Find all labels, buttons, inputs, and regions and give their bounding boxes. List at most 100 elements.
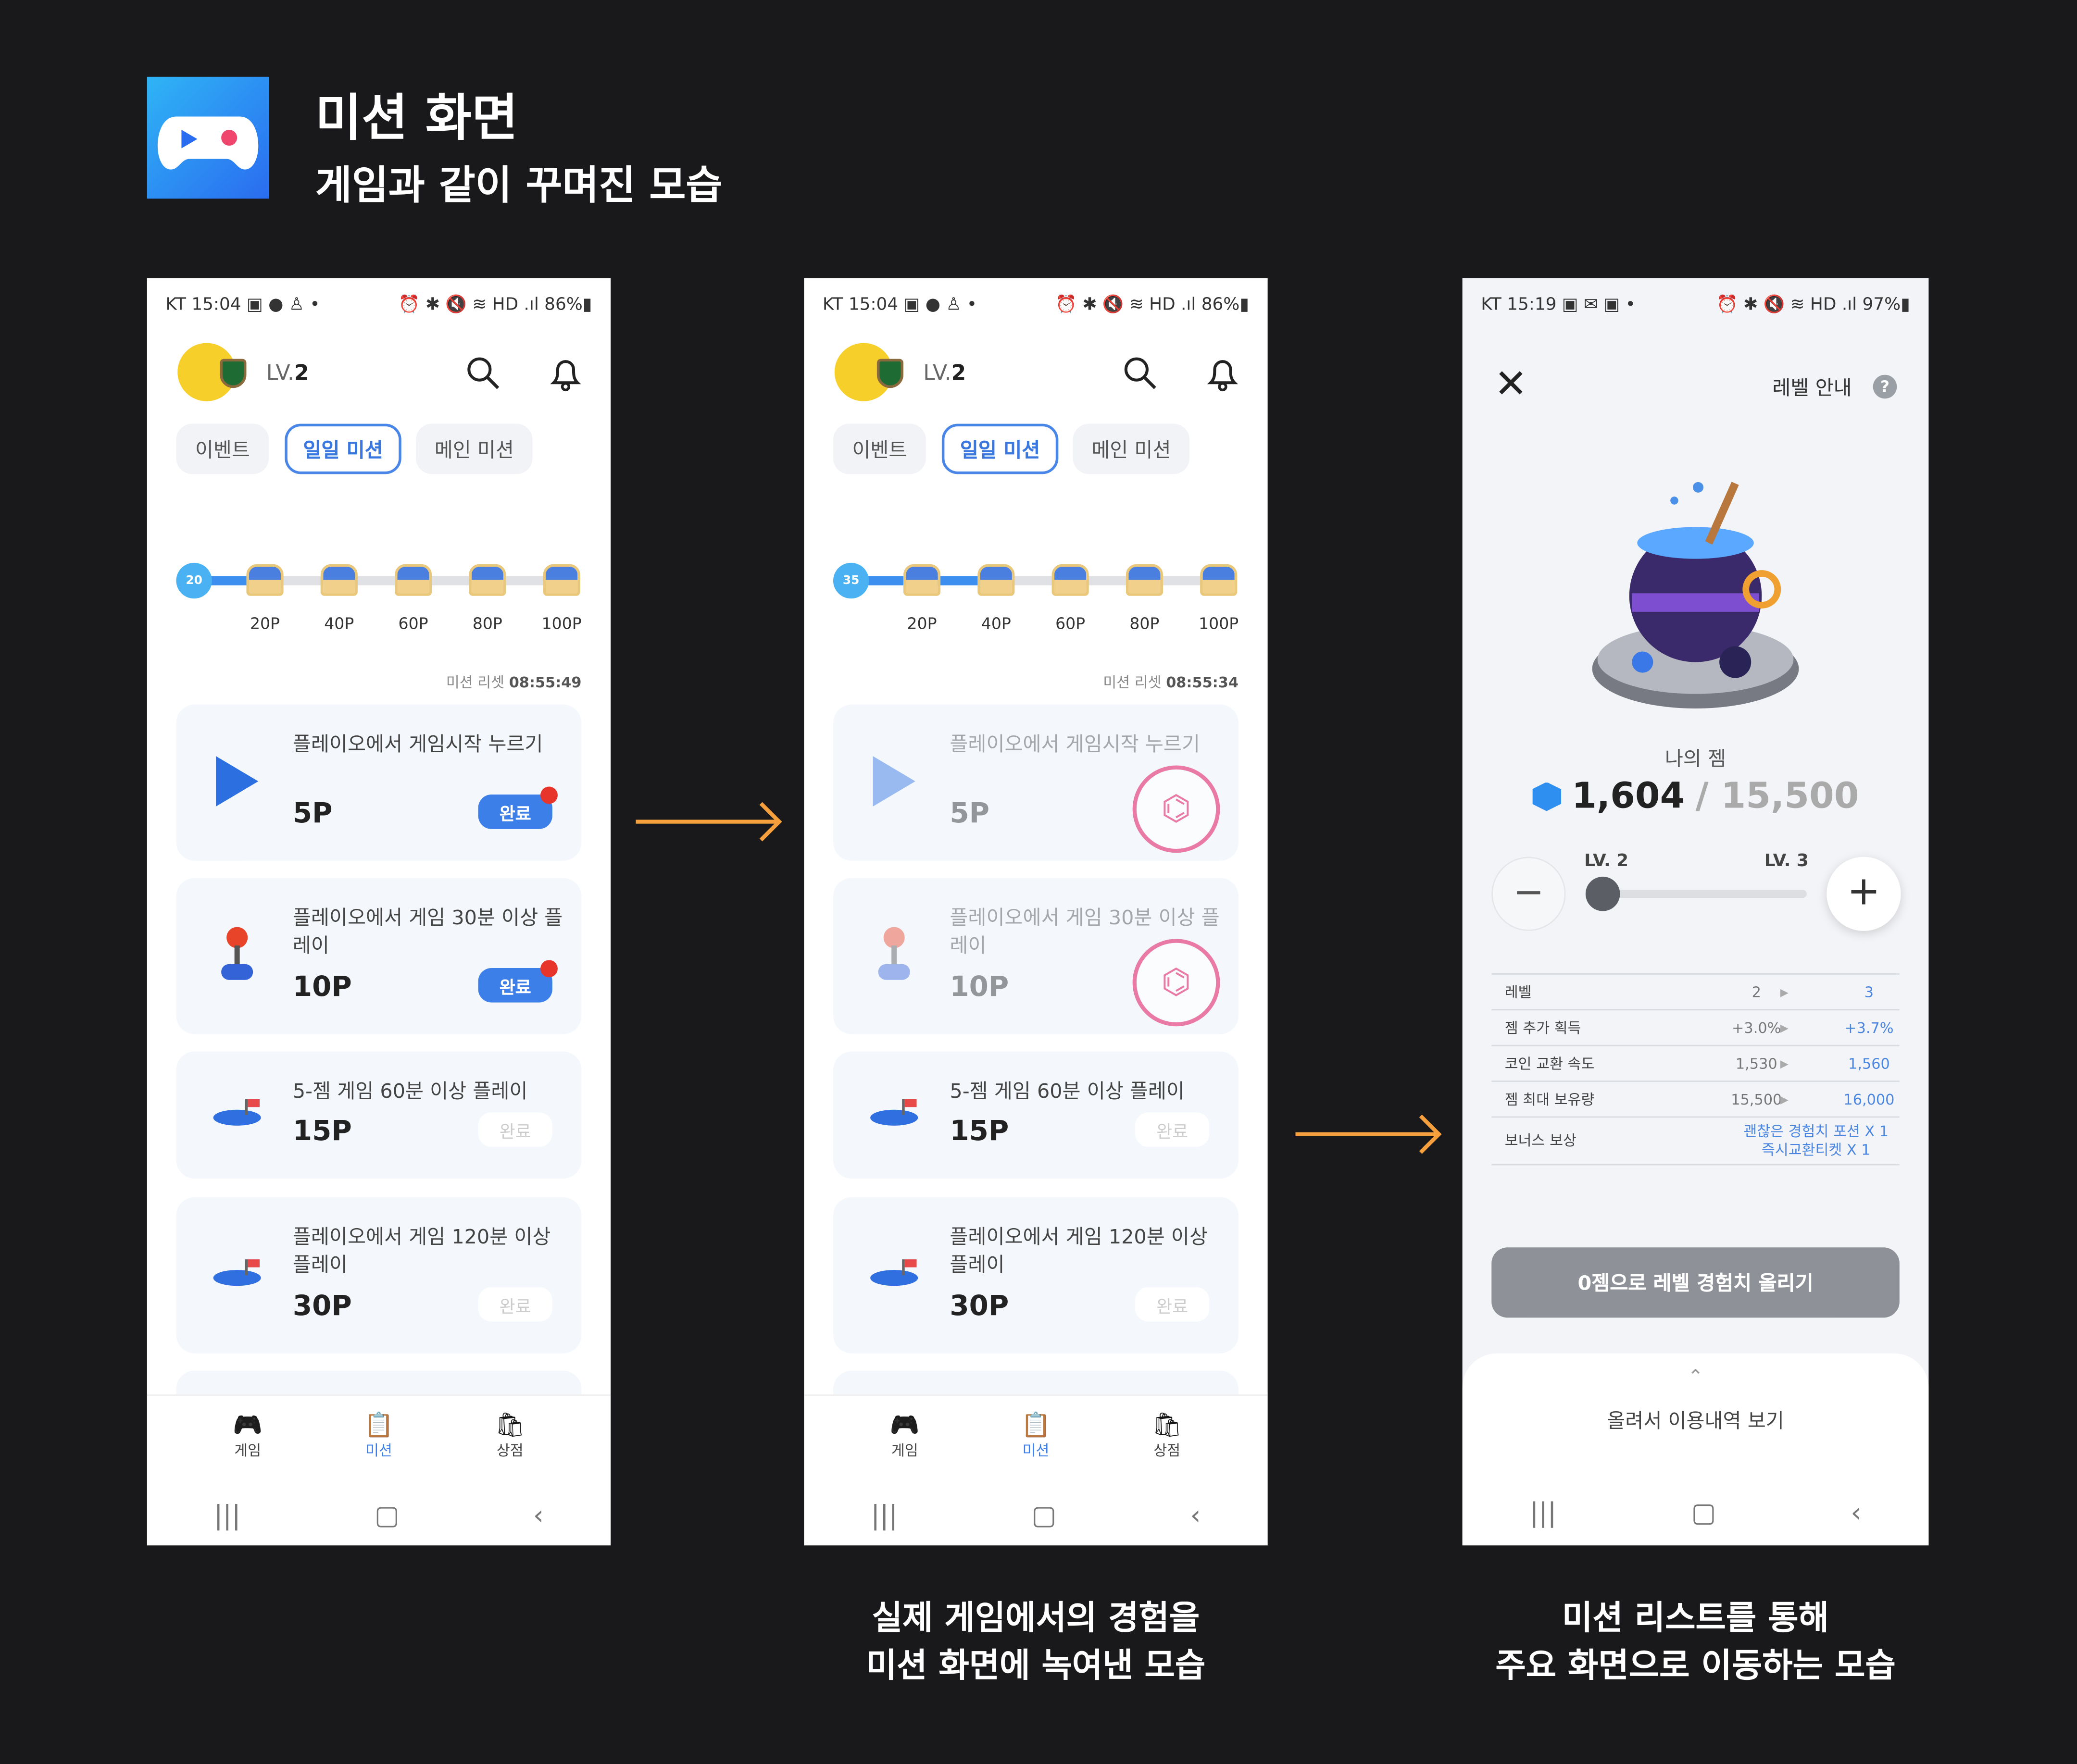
treasure-chest-icon[interactable] xyxy=(1200,564,1238,596)
tab-0[interactable]: 이벤트 xyxy=(833,423,926,474)
mission-points: 10P xyxy=(950,970,1009,1003)
slider-min-label: LV. 2 xyxy=(1584,851,1629,871)
caption-line: 주요 화면으로 이동하는 모습 xyxy=(1495,1646,1896,1685)
treasure-chest-icon[interactable] xyxy=(977,564,1015,596)
mission-card[interactable]: 플레이오에서 게임시작 누르기 5P ⌬ xyxy=(833,704,1239,861)
tab-2[interactable]: 메인 미션 xyxy=(1073,423,1190,474)
mission-card[interactable]: 5-젬 게임 60분 이상 플레이 15P 완료 xyxy=(833,1051,1239,1179)
status-left: KT 15:19 ▣ ✉ ▣ • xyxy=(1481,295,1636,315)
complete-button[interactable]: 완료 xyxy=(478,960,558,1003)
row-next: 16,000 xyxy=(1843,1090,1895,1108)
decrease-level-button[interactable]: − xyxy=(1491,857,1566,931)
complete-button[interactable]: 완료 xyxy=(478,1287,552,1322)
rank-badge-icon xyxy=(220,359,247,388)
level-prefix: LV. xyxy=(923,360,951,385)
gamepad-icon xyxy=(157,116,259,170)
arrow-right-icon: ▶ xyxy=(1780,1057,1789,1069)
mission-card[interactable]: 플레이오에서 게임시작 누르기 5P 완료 xyxy=(176,704,582,861)
history-bottom-sheet[interactable]: ⌃ 올려서 이용내역 보기 ||| ▢ ‹ xyxy=(1462,1353,1929,1546)
nav-label: 상점 xyxy=(1153,1442,1181,1460)
slider-handle[interactable] xyxy=(1585,876,1620,911)
bell-icon[interactable] xyxy=(1204,354,1241,394)
table-row: 젬 최대 보유량 15,500 ▶ 16,000 xyxy=(1491,1082,1900,1118)
row-next: +3.7% xyxy=(1844,1019,1894,1036)
mission-title: 5-젬 게임 60분 이상 플레이 xyxy=(950,1079,1185,1103)
nav-shop[interactable]: 🛍 상점 xyxy=(470,1412,550,1461)
reset-label: 미션 리셋 xyxy=(1103,674,1162,692)
recent-apps-icon[interactable]: ||| xyxy=(871,1499,898,1531)
chevron-up-icon[interactable]: ⌃ xyxy=(1463,1366,1929,1388)
complete-button[interactable]: 완료 xyxy=(1135,1287,1210,1322)
nav-game[interactable]: 🎮 게임 xyxy=(208,1412,288,1461)
nav-game[interactable]: 🎮 게임 xyxy=(865,1412,944,1461)
row-next: 1,560 xyxy=(1848,1055,1890,1072)
level-number: 2 xyxy=(951,360,966,385)
increase-level-button[interactable]: + xyxy=(1827,857,1901,931)
back-icon[interactable]: ‹ xyxy=(1851,1496,1861,1528)
back-icon[interactable]: ‹ xyxy=(533,1499,544,1531)
milestone-label: 100P xyxy=(541,614,582,633)
caption-line: 실제 게임에서의 경험을 xyxy=(872,1598,1200,1637)
nav-shop[interactable]: 🛍 상점 xyxy=(1127,1412,1207,1461)
back-icon[interactable]: ‹ xyxy=(1190,1499,1201,1531)
tab-2[interactable]: 메인 미션 xyxy=(416,423,533,474)
level-slider[interactable] xyxy=(1585,876,1807,911)
row-label: 젬 추가 획득 xyxy=(1504,1019,1581,1037)
mission-card[interactable]: 플레이오에서 게임 30분 이상 플레이 10P ⌬ xyxy=(833,878,1239,1034)
gem-pile-icon xyxy=(865,1099,923,1129)
shop-icon: 🛍 xyxy=(1151,1411,1182,1440)
milestone-label: 60P xyxy=(1055,614,1086,633)
bell-icon[interactable] xyxy=(547,354,584,394)
mission-card[interactable]: 플레이오에서 게임 120분 이상 플레이 30P 완료 xyxy=(833,1197,1239,1354)
treasure-chest-icon[interactable] xyxy=(320,564,358,596)
play-icon xyxy=(873,756,915,807)
milestone-label: 60P xyxy=(398,614,428,633)
treasure-chest-icon[interactable] xyxy=(469,564,506,596)
mission-card[interactable]: 플레이오에서 게임 30분 이상 플레이 10P 완료 xyxy=(176,878,582,1034)
arrow-right-icon: ▶ xyxy=(1780,1021,1789,1034)
treasure-chest-icon[interactable] xyxy=(903,564,941,596)
treasure-chest-icon[interactable] xyxy=(395,564,432,596)
reset-label: 미션 리셋 xyxy=(446,674,505,692)
treasure-chest-icon[interactable] xyxy=(1126,564,1163,596)
search-icon[interactable] xyxy=(465,355,502,392)
avatar[interactable] xyxy=(177,343,247,401)
search-icon[interactable] xyxy=(1122,355,1159,392)
mission-card[interactable]: 플레이오에서 게임 120분 이상 플레이 30P 완료 xyxy=(176,1197,582,1354)
treasure-chest-icon[interactable] xyxy=(246,564,284,596)
row-current: 1,530 xyxy=(1735,1055,1777,1072)
mission-card[interactable]: 5-젬 게임 60분 이상 플레이 15P 완료 xyxy=(176,1051,582,1179)
level-up-button[interactable]: 0젬으로 레벨 경험치 올리기 xyxy=(1491,1247,1900,1318)
milestone-label: 40P xyxy=(324,614,354,633)
complete-button[interactable]: 완료 xyxy=(478,786,558,829)
complete-button[interactable]: 완료 xyxy=(1135,1112,1210,1147)
tab-1[interactable]: 일일 미션 xyxy=(285,423,401,474)
row-label: 젬 최대 보유량 xyxy=(1504,1091,1595,1109)
avatar[interactable] xyxy=(834,343,903,401)
tab-0[interactable]: 이벤트 xyxy=(176,423,269,474)
complete-button[interactable]: 완료 xyxy=(478,1112,552,1147)
tab-1[interactable]: 일일 미션 xyxy=(941,423,1059,474)
home-icon[interactable]: ▢ xyxy=(1691,1496,1716,1528)
mission-icon: 📋 xyxy=(1021,1411,1051,1440)
slider-max-label: LV. 3 xyxy=(1764,851,1809,871)
close-icon[interactable]: ✕ xyxy=(1494,365,1527,405)
mission-points: 5P xyxy=(950,797,990,829)
recent-apps-icon[interactable]: ||| xyxy=(214,1499,241,1531)
home-icon[interactable]: ▢ xyxy=(375,1499,400,1531)
reset-timer: 미션 리셋 08:55:34 xyxy=(1103,671,1239,693)
level-guide-link[interactable]: 레벨 안내 xyxy=(1772,373,1852,401)
mission-title: 5-젬 게임 60분 이상 플레이 xyxy=(292,1079,528,1103)
treasure-chest-icon[interactable] xyxy=(1051,564,1089,596)
nav-mission[interactable]: 📋 미션 xyxy=(996,1412,1076,1461)
view-history-label: 올려서 이용내역 보기 xyxy=(1607,1409,1784,1433)
home-icon[interactable]: ▢ xyxy=(1031,1499,1056,1531)
help-icon[interactable]: ? xyxy=(1873,374,1897,399)
recent-apps-icon[interactable]: ||| xyxy=(1530,1496,1557,1528)
treasure-chest-icon[interactable] xyxy=(543,564,580,596)
complete-label: 완료 xyxy=(499,1122,531,1143)
gem-balance: 1,604 / 15,500 xyxy=(1463,776,1929,817)
complete-label: 완료 xyxy=(499,804,531,825)
nav-mission[interactable]: 📋 미션 xyxy=(339,1412,418,1461)
mission-title: 플레이오에서 게임시작 누르기 xyxy=(292,732,543,757)
